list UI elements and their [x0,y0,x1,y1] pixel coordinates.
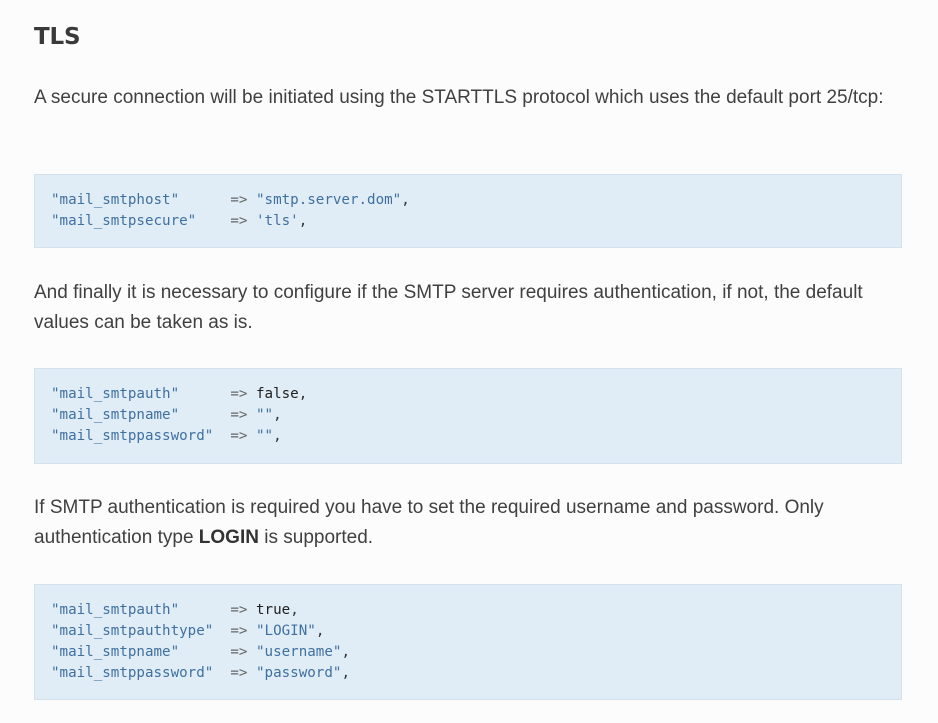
code-comma: , [401,192,410,208]
code-comma: , [298,386,308,402]
code-key: "mail_smtpauth" [51,386,180,402]
section-heading: TLS [34,24,81,50]
code-operator: => [221,428,257,444]
login-bold-text: LOGIN [198,527,259,548]
code-padding [213,623,222,639]
code-padding [179,407,222,423]
code-key: "mail_smtphost" [51,192,180,208]
code-block-tls[interactable]: "mail_smtphost" => "smtp.server.dom", "ma… [34,174,902,248]
code-value: "username" [256,644,342,660]
code-operator: => [221,213,257,229]
code-value: "" [256,407,274,423]
code-line: "mail_smtpsecure" => 'tls', [51,211,885,232]
code-padding [179,602,222,618]
code-padding [179,386,222,402]
code-comma: , [298,213,308,229]
code-padding [179,644,222,660]
code-block-auth[interactable]: "mail_smtpauth" => true, "mail_smtpauthty… [34,584,902,700]
code-value: 'tls' [256,213,299,229]
code-value: "LOGIN" [256,623,316,639]
code-padding [179,192,222,208]
code-line: "mail_smtphost" => "smtp.server.dom", [51,190,885,211]
code-key: "mail_smtpauthtype" [51,623,214,639]
code-key: "mail_smtpsecure" [51,213,197,229]
code-padding [213,665,222,681]
code-line: "mail_smtpauth" => true, [51,600,885,621]
code-line: "mail_smtpname" => "username", [51,642,885,663]
code-value: false [256,386,299,402]
code-line: "mail_smtppassword" => "password", [51,663,885,684]
code-comma: , [290,602,299,618]
code-value: "password" [256,665,342,681]
code-operator: => [221,665,257,681]
code-operator: => [221,644,257,660]
code-value: "" [256,428,274,444]
paragraph-starttls: A secure connection will be initiated us… [34,87,884,108]
code-value: "smtp.server.dom" [256,192,402,208]
code-line: "mail_smtpauth" => false, [51,384,885,405]
code-key: "mail_smtpname" [51,644,180,660]
code-padding [196,213,222,229]
code-key: "mail_smtpauth" [51,602,180,618]
code-comma: , [315,623,325,639]
code-operator: => [221,407,257,423]
code-key: "mail_smtppassword" [51,665,214,681]
code-value: true [256,602,291,618]
code-operator: => [221,386,257,402]
code-operator: => [221,602,257,618]
paragraph-text-end: is supported. [258,527,374,548]
code-key: "mail_smtpname" [51,407,180,423]
code-comma: , [273,407,282,423]
code-comma: , [341,665,350,681]
code-line: "mail_smtppassword" => "", [51,426,885,447]
code-comma: , [273,428,282,444]
code-key: "mail_smtppassword" [51,428,214,444]
code-operator: => [221,623,257,639]
paragraph-text: If SMTP authentication is required you h… [34,497,824,548]
paragraph-auth-required: If SMTP authentication is required you h… [34,493,904,553]
code-comma: , [341,644,350,660]
code-block-no-auth[interactable]: "mail_smtpauth" => false, "mail_smtpname"… [34,368,902,464]
paragraph-authentication-config: And finally it is necessary to configure… [34,282,863,333]
code-line: "mail_smtpname" => "", [51,405,885,426]
code-operator: => [221,192,257,208]
code-padding [213,428,222,444]
code-line: "mail_smtpauthtype" => "LOGIN", [51,621,885,642]
